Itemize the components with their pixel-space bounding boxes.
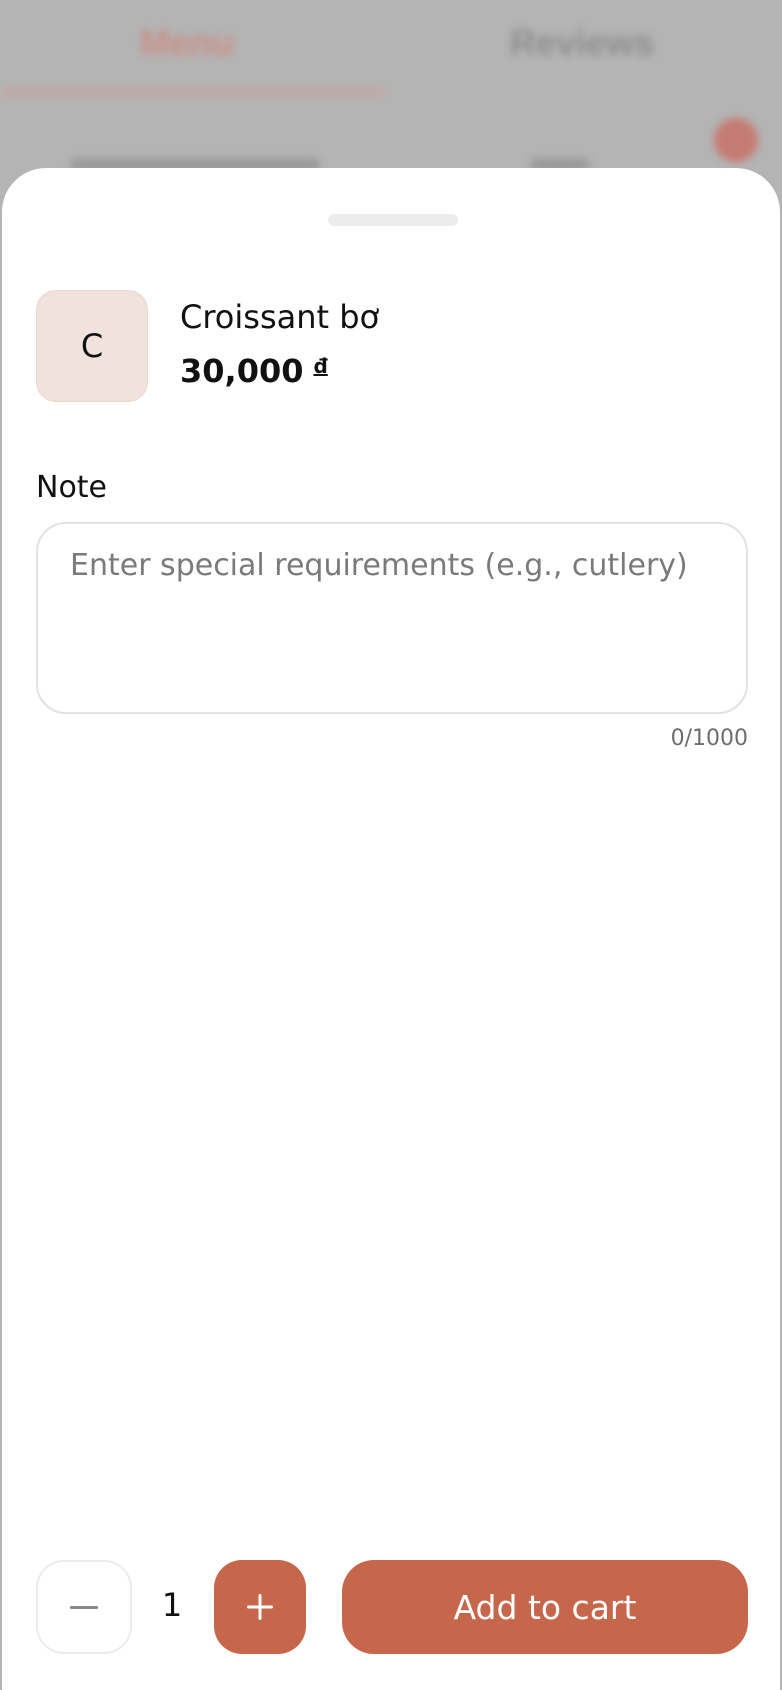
product-thumbnail: C [36, 290, 148, 402]
plus-icon [247, 1594, 273, 1620]
note-char-count: 0/1000 [670, 726, 748, 751]
add-item-bottom-sheet: C Croissant bơ 30,000 đ Note 0/1000 1 Ad… [2, 168, 780, 1690]
product-price-amount: 30,000 [180, 352, 304, 390]
background-tab-menu: Menu [140, 22, 234, 63]
product-thumbnail-letter: C [80, 327, 104, 365]
background-cart-badge [714, 118, 758, 162]
decrease-quantity-button[interactable] [36, 1560, 132, 1654]
note-input[interactable] [36, 522, 748, 714]
screen: Menu Reviews C Croissant bơ 30,000 đ Not… [0, 0, 782, 1690]
minus-icon [70, 1605, 98, 1609]
note-label: Note [36, 470, 108, 505]
product-price: 30,000 đ [180, 352, 328, 390]
quantity-value: 1 [161, 1586, 183, 1624]
product-name: Croissant bơ [180, 298, 380, 336]
background-app: Menu Reviews [0, 0, 782, 180]
product-price-currency: đ [313, 354, 328, 378]
increase-quantity-button[interactable] [214, 1560, 306, 1654]
sheet-drag-handle[interactable] [328, 214, 458, 226]
add-to-cart-button[interactable]: Add to cart [342, 1560, 748, 1654]
background-tab-indicator [0, 88, 385, 96]
background-tab-reviews: Reviews [510, 22, 655, 63]
